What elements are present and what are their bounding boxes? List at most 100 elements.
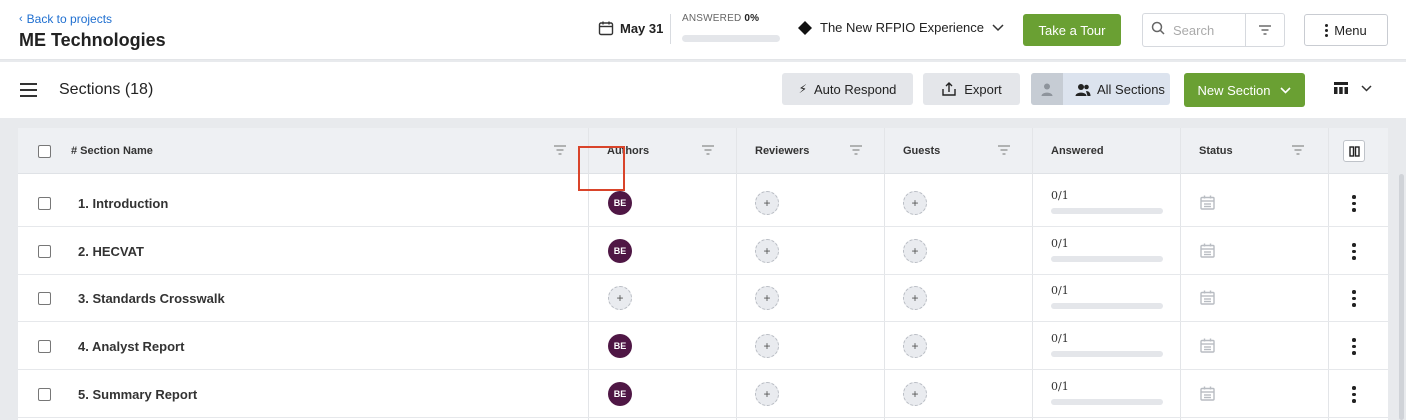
section-name[interactable]: 5. Summary Report [78,387,197,402]
filter-icon[interactable] [553,145,567,155]
answered-progress-label: ANSWERED 0% [682,13,759,24]
table-view-icon [1334,82,1348,94]
filter-icon[interactable] [701,145,715,155]
row-checkbox[interactable] [38,388,51,401]
add-reviewer-button[interactable]: + [755,382,779,406]
columns-icon [1348,145,1360,157]
hamburger-menu-icon[interactable] [20,83,37,101]
answered-label: ANSWERED [682,13,742,24]
search-icon [1143,21,1173,39]
new-section-label: New Section [1197,82,1271,98]
section-name[interactable]: 3. Standards Crosswalk [78,291,225,306]
column-settings-button[interactable] [1343,140,1365,162]
add-guest-button[interactable]: + [903,191,927,215]
section-name[interactable]: 2. HECVAT [78,244,144,259]
chevron-down-icon [992,23,1004,31]
table-row[interactable]: 4. Analyst Report BE + + 0/1 [18,322,1388,370]
row-checkbox[interactable] [38,292,51,305]
add-reviewer-button[interactable]: + [755,239,779,263]
chevron-down-icon [1361,84,1372,92]
add-guest-button[interactable]: + [903,334,927,358]
calendar-status-icon[interactable] [1200,386,1215,401]
table-row[interactable]: 2. HECVAT BE + + 0/1 [18,227,1388,275]
take-a-tour-button[interactable]: Take a Tour [1023,14,1121,46]
back-to-projects-link[interactable]: ‹ Back to projects [19,12,112,26]
table-row[interactable]: 3. Standards Crosswalk + + + 0/1 [18,274,1388,322]
author-avatar[interactable]: BE [608,239,632,263]
add-reviewer-button[interactable]: + [755,334,779,358]
search-box[interactable]: Search [1142,13,1285,47]
sections-toolbar: Sections (18) ⚡ Auto Respond Export All … [0,62,1406,118]
row-actions-kebab-icon[interactable] [1352,338,1356,358]
table-row[interactable]: 5. Summary Report BE + + 0/1 [18,370,1388,418]
view-toggle[interactable] [1333,81,1372,95]
calendar-status-icon[interactable] [1200,243,1215,258]
answered-percent: 0% [744,13,760,24]
row-actions-kebab-icon[interactable] [1352,386,1356,406]
add-reviewer-button[interactable]: + [755,286,779,310]
author-avatar[interactable]: BE [608,191,632,215]
column-header-reviewers[interactable]: Reviewers [755,128,809,174]
calendar-status-icon[interactable] [1200,338,1215,353]
divider [670,14,671,44]
users-icon [1075,83,1091,96]
row-checkbox[interactable] [38,197,51,210]
sections-title: Sections (18) [59,81,154,98]
highlight-box [578,146,625,191]
add-guest-button[interactable]: + [903,239,927,263]
export-icon [942,82,956,96]
due-date[interactable]: May 31 [598,20,663,36]
filter-icon[interactable] [849,145,863,155]
user-avatar-icon [1031,73,1063,105]
due-date-text: May 31 [620,20,664,36]
sections-table: # Section Name Authors Reviewers Guests … [18,128,1406,420]
experience-dropdown[interactable]: The New RFPIO Experience [798,20,1004,35]
add-author-button[interactable]: + [608,286,632,310]
auto-respond-button[interactable]: ⚡ Auto Respond [782,73,913,105]
author-avatar[interactable]: BE [608,382,632,406]
back-link-label: Back to projects [26,12,113,26]
auto-respond-label: Auto Respond [814,81,897,97]
answered-count: 0/1 [1051,332,1069,345]
calendar-status-icon[interactable] [1200,290,1215,305]
search-input[interactable]: Search [1173,23,1245,38]
menu-label: Menu [1334,22,1367,38]
add-guest-button[interactable]: + [903,382,927,406]
calendar-status-icon[interactable] [1200,195,1215,210]
column-header-section-name[interactable]: # Section Name [71,128,153,174]
experience-label: The New RFPIO Experience [820,20,985,35]
answered-progress-bar [1051,208,1163,214]
table-scrollbar[interactable] [1397,174,1406,420]
export-button[interactable]: Export [923,73,1020,105]
row-checkbox[interactable] [38,340,51,353]
column-header-guests[interactable]: Guests [903,128,940,174]
answered-count: 0/1 [1051,284,1069,297]
section-name[interactable]: 4. Analyst Report [78,339,184,354]
row-actions-kebab-icon[interactable] [1352,290,1356,310]
answered-progress-bar [682,35,780,42]
section-name[interactable]: 1. Introduction [78,196,168,211]
calendar-icon [598,21,614,36]
add-guest-button[interactable]: + [903,286,927,310]
top-bar: ‹ Back to projects ME Technologies May 3… [0,0,1406,60]
column-header-answered[interactable]: Answered [1051,128,1104,174]
column-header-status[interactable]: Status [1199,128,1233,174]
select-all-checkbox[interactable] [38,128,51,174]
filter-icon[interactable] [997,145,1011,155]
author-avatar[interactable]: BE [608,334,632,358]
search-filter-icon[interactable] [1246,25,1284,35]
table-header: # Section Name Authors Reviewers Guests … [18,128,1388,174]
answered-count: 0/1 [1051,380,1069,393]
all-sections-filter[interactable]: All Sections [1031,73,1170,105]
answered-progress-bar [1051,399,1163,405]
answered-count: 0/1 [1051,189,1069,202]
table-row[interactable]: 1. Introduction BE + + 0/1 [18,179,1388,227]
row-actions-kebab-icon[interactable] [1352,243,1356,263]
new-section-button[interactable]: New Section [1184,73,1305,107]
menu-button[interactable]: Menu [1304,14,1388,46]
add-reviewer-button[interactable]: + [755,191,779,215]
filter-icon[interactable] [1291,145,1305,155]
row-checkbox[interactable] [38,245,51,258]
chevron-left-icon: ‹ [19,13,23,25]
row-actions-kebab-icon[interactable] [1352,195,1356,215]
